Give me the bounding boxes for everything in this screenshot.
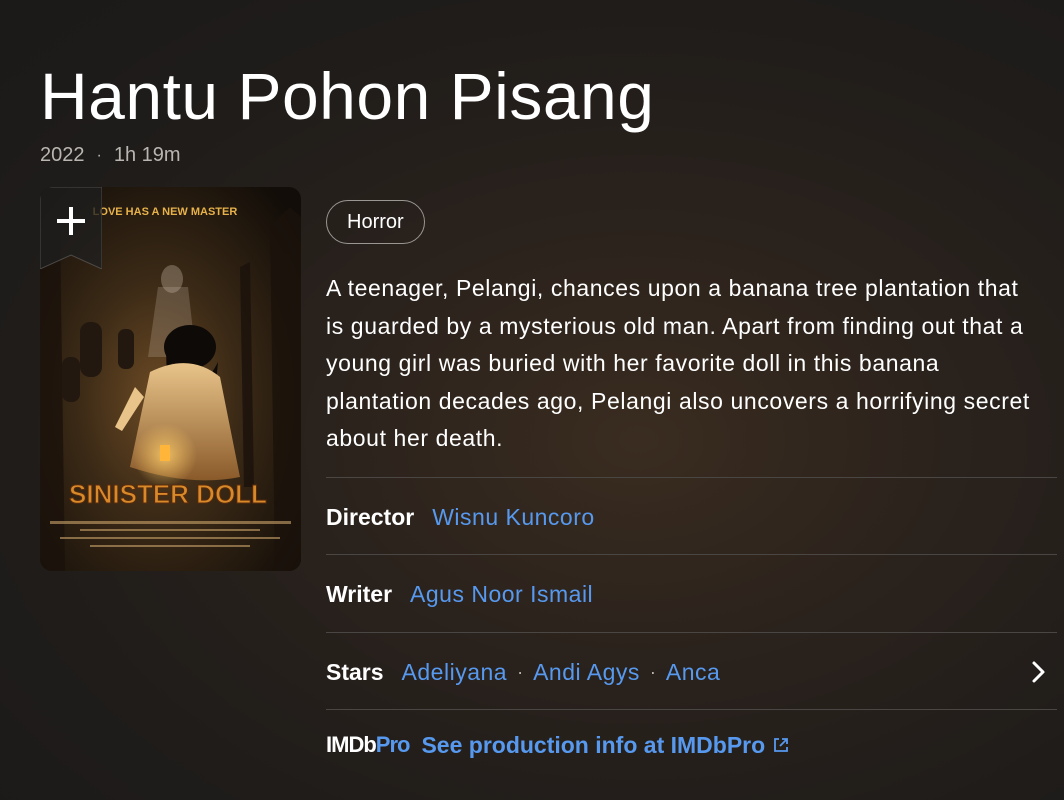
divider [326, 477, 1057, 478]
external-link-icon [774, 738, 789, 752]
writer-link[interactable]: Agus Noor Ismail [410, 581, 593, 608]
poster-tagline: LOVE HAS A NEW MASTER [93, 206, 238, 218]
imdbpro-link[interactable]: See production info at IMDbPro [421, 732, 789, 759]
credit-row-writer: Writer Agus Noor Ismail [326, 574, 593, 614]
credit-row-director: Director Wisnu Kuncoro [326, 497, 595, 537]
add-to-watchlist-button[interactable] [40, 187, 102, 269]
credit-row-stars[interactable]: Stars Adeliyana · Andi Agys · Anca [326, 652, 720, 692]
star-link[interactable]: Adeliyana [402, 659, 508, 686]
star-separator: · [517, 661, 524, 682]
watchlist-ribbon-icon [40, 187, 102, 269]
credit-label-director: Director [326, 503, 415, 530]
star-link[interactable]: Andi Agys [533, 659, 640, 686]
imdbpro-logo: IMDbPro [326, 732, 410, 757]
title-metadata: 2022 · 1h 19m [40, 144, 181, 167]
meta-separator: · [96, 146, 102, 164]
director-link[interactable]: Wisnu Kuncoro [432, 504, 594, 531]
imdbpro-link-text: See production info at IMDbPro [421, 731, 766, 758]
star-link[interactable]: Anca [666, 659, 720, 686]
release-year[interactable]: 2022 [40, 144, 85, 167]
chevron-right-icon [1032, 661, 1045, 683]
poster[interactable]: LOVE HAS A NEW MASTER SINISTER DOLL [40, 187, 301, 571]
credit-label-stars: Stars [326, 658, 384, 685]
genre-chip-horror[interactable]: Horror [326, 200, 425, 244]
credit-label-writer: Writer [326, 580, 393, 607]
plot-summary: A teenager, Pelangi, chances upon a bana… [326, 275, 1030, 451]
star-separator: · [649, 661, 656, 682]
divider [326, 554, 1057, 555]
imdbpro-row: IMDbPro See production info at IMDbPro [326, 728, 789, 762]
stars-more-button[interactable] [1028, 659, 1050, 685]
page-title: Hantu Pohon Pisang [40, 59, 655, 133]
divider [326, 709, 1057, 710]
runtime: 1h 19m [113, 144, 181, 166]
poster-film-title: SINISTER DOLL [69, 479, 267, 509]
divider [326, 632, 1057, 633]
